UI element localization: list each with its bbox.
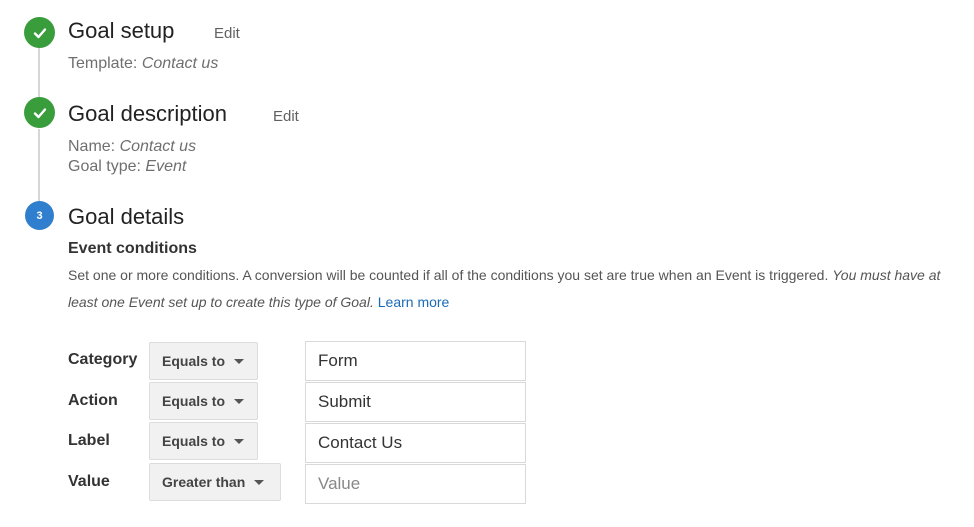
action-value-input[interactable] [305,382,526,422]
step-detail: Goal type: Event [68,158,187,175]
category-value-input[interactable] [305,341,526,381]
value-operator-dropdown[interactable]: Greater than [149,463,281,501]
step-complete-badge [24,97,55,128]
condition-label: Label [68,432,110,449]
step-complete-badge [24,17,55,48]
step-title: Goal details [68,204,185,229]
check-icon [33,107,46,118]
step-title: Goal description [68,101,227,126]
stepper-connector [38,129,40,201]
action-operator-dropdown[interactable]: Equals to [149,382,258,420]
edit-goal-setup-link[interactable]: Edit [214,25,240,42]
learn-more-link[interactable]: Learn more [378,294,450,310]
event-conditions-heading: Event conditions [68,240,197,257]
step-detail: Template: Contact us [68,55,219,72]
value-value-input[interactable] [305,464,526,504]
caret-down-icon [234,438,245,444]
edit-goal-description-link[interactable]: Edit [273,108,299,125]
label-operator-dropdown[interactable]: Equals to [149,422,258,460]
goal-type-value: Event [145,158,187,175]
caret-down-icon [254,479,265,485]
condition-label: Category [68,351,138,368]
category-operator-dropdown[interactable]: Equals to [149,342,258,380]
step-detail: Name: Contact us [68,138,197,155]
caret-down-icon [234,398,245,404]
step-number-badge: 3 [25,201,54,230]
caret-down-icon [234,358,245,364]
goal-name-value: Contact us [119,138,197,155]
check-icon [33,27,46,38]
event-conditions-description: Set one or more conditions. A conversion… [68,267,941,310]
stepper-connector [38,47,40,99]
step-title: Goal setup [68,18,175,43]
condition-label: Action [68,392,118,409]
label-value-input[interactable] [305,423,526,463]
condition-label: Value [68,473,110,490]
template-value: Contact us [141,55,219,72]
